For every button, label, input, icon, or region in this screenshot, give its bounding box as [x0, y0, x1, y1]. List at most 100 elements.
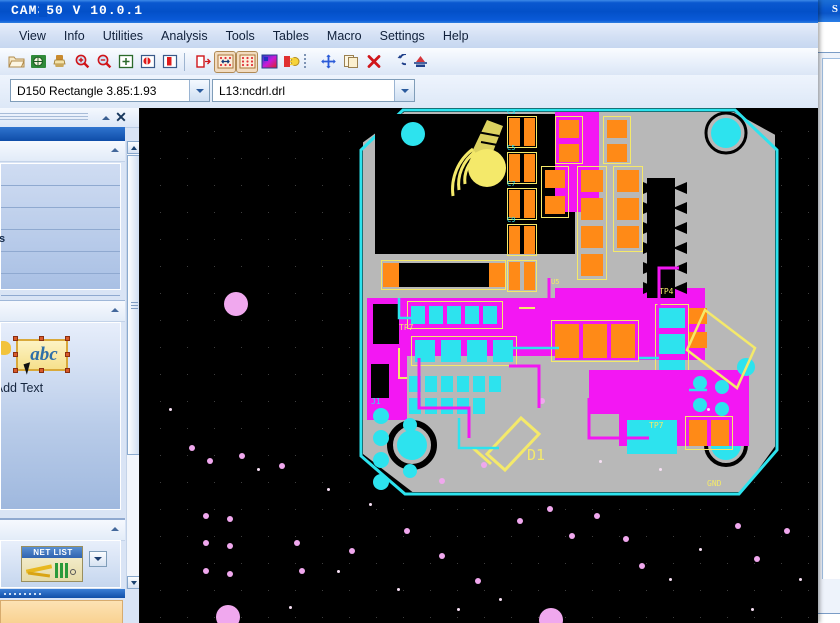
zoom-out-icon[interactable] [94, 52, 114, 72]
layer-shift-icon[interactable] [193, 52, 213, 72]
resize-handle[interactable] [65, 352, 70, 357]
scroll-down-icon[interactable] [127, 576, 139, 589]
copy-icon[interactable] [341, 52, 361, 72]
move-icon[interactable] [318, 52, 338, 72]
drill-hit [257, 468, 260, 471]
drill-hit [439, 553, 445, 559]
list-item-label: s [0, 233, 6, 245]
scrollbar-thumb[interactable] [127, 155, 139, 455]
highlight-icon[interactable] [281, 52, 301, 72]
netlist-thumbnail[interactable]: NET LIST [21, 546, 83, 582]
list-item[interactable]: s [0, 230, 120, 252]
zoom-red-a-icon[interactable] [138, 52, 158, 72]
drill-hit [294, 540, 300, 546]
connector-icon [55, 563, 58, 578]
menu-tools[interactable]: Tools [217, 27, 264, 45]
routing-traces [397, 266, 707, 450]
connector-icon [60, 563, 63, 578]
drill-hit [299, 568, 305, 574]
chevron-up-icon [111, 527, 119, 531]
drill-hit [207, 458, 213, 464]
drill-hit [475, 578, 481, 584]
task-pane-header: ✕ [0, 108, 139, 128]
zoom-in-icon[interactable] [72, 52, 92, 72]
drill-hit [623, 536, 629, 542]
drill-hit [594, 513, 600, 519]
drill-hit [169, 408, 172, 411]
drill-hit [203, 540, 209, 546]
resize-handle[interactable] [65, 336, 70, 341]
cam350-main-window: CAM350 V 10.0.1 View Info Utilities Anal… [0, 0, 818, 623]
preview-caption: e Add Text [1, 381, 44, 395]
pcb-canvas[interactable]: D1 TP7 TP4 TP7 GND J1 U5 C3 C5 C7 C9 [139, 108, 818, 623]
netlist-badge-label: NET LIST [22, 547, 82, 558]
drill-hit [349, 548, 355, 554]
toolbar-group-edit [318, 52, 430, 72]
toolbar-group-layers [193, 50, 301, 73]
task-pane-titlebar [0, 127, 125, 141]
resize-handle[interactable] [13, 368, 18, 373]
resize-handle[interactable] [65, 368, 70, 373]
resize-handle[interactable] [13, 352, 18, 357]
task-pane-collapse-icon[interactable] [100, 112, 112, 123]
menu-macro[interactable]: Macro [318, 27, 371, 45]
menu-tables[interactable]: Tables [264, 27, 318, 45]
list-item[interactable] [1, 208, 120, 230]
list-item[interactable] [1, 252, 120, 274]
brush-icon[interactable] [50, 52, 70, 72]
undo-icon[interactable] [387, 52, 407, 72]
resize-handle[interactable] [39, 368, 44, 373]
menu-help[interactable]: Help [434, 27, 478, 45]
task-pane-statusbar [0, 589, 125, 598]
scroll-up-icon[interactable] [127, 141, 139, 154]
resize-handle[interactable] [13, 336, 18, 341]
close-icon[interactable]: ✕ [113, 110, 129, 125]
drill-hit [754, 556, 760, 562]
open-file-icon[interactable] [6, 52, 26, 72]
delete-icon[interactable] [364, 52, 384, 72]
zoom-window-icon[interactable] [116, 52, 136, 72]
wire-icon [27, 571, 51, 578]
list-item[interactable] [1, 274, 120, 296]
layer-combobox[interactable]: L13:ncdrl.drl [212, 79, 415, 102]
task-pane-scrollbar[interactable] [126, 141, 139, 589]
drill-hit [751, 608, 754, 611]
chevron-down-icon[interactable] [394, 80, 414, 101]
menu-settings[interactable]: Settings [371, 27, 434, 45]
color-palette-icon[interactable] [259, 52, 279, 72]
menu-utilities[interactable]: Utilities [94, 27, 152, 45]
toolbar-group-file-view [0, 52, 180, 72]
menu-view[interactable]: View [10, 27, 55, 45]
globe-icon[interactable] [28, 52, 48, 72]
drill-hit [569, 533, 575, 539]
flip-icon[interactable] [410, 52, 430, 72]
task-pane-preview[interactable]: abc e Add Text [0, 322, 121, 510]
task-pane-list[interactable]: s [0, 163, 121, 296]
chevron-up-icon [111, 148, 119, 152]
gallery-dropdown-button[interactable] [89, 551, 107, 567]
task-pane-section-header-2[interactable] [0, 300, 125, 322]
menu-info[interactable]: Info [55, 27, 94, 45]
aperture-combobox[interactable]: D150 Rectangle 3.85:1.93 [10, 79, 210, 102]
resize-handle[interactable] [39, 336, 44, 341]
task-pane-grip[interactable] [0, 113, 88, 121]
toolbar [0, 48, 818, 76]
node-icon [70, 569, 76, 575]
drill-hit [289, 606, 292, 609]
toolbar-separator-1 [184, 52, 185, 71]
task-pane-section-header-3[interactable] [0, 518, 125, 541]
grid-pads-a-icon[interactable] [214, 50, 236, 73]
background-window-title: S [831, 3, 838, 15]
drill-hit [203, 568, 209, 574]
drill-hit [224, 292, 248, 316]
list-item[interactable] [1, 186, 120, 208]
drill-hit [203, 513, 209, 519]
list-item[interactable] [1, 164, 120, 186]
chevron-down-icon[interactable] [189, 80, 209, 101]
grid-pads-b-icon[interactable] [236, 50, 258, 73]
menu-analysis[interactable]: Analysis [152, 27, 217, 45]
task-pane-section-header-1[interactable] [0, 141, 125, 162]
zoom-red-b-icon[interactable] [160, 52, 180, 72]
toolbar-grip[interactable] [304, 53, 307, 71]
drill-hit [397, 588, 400, 591]
